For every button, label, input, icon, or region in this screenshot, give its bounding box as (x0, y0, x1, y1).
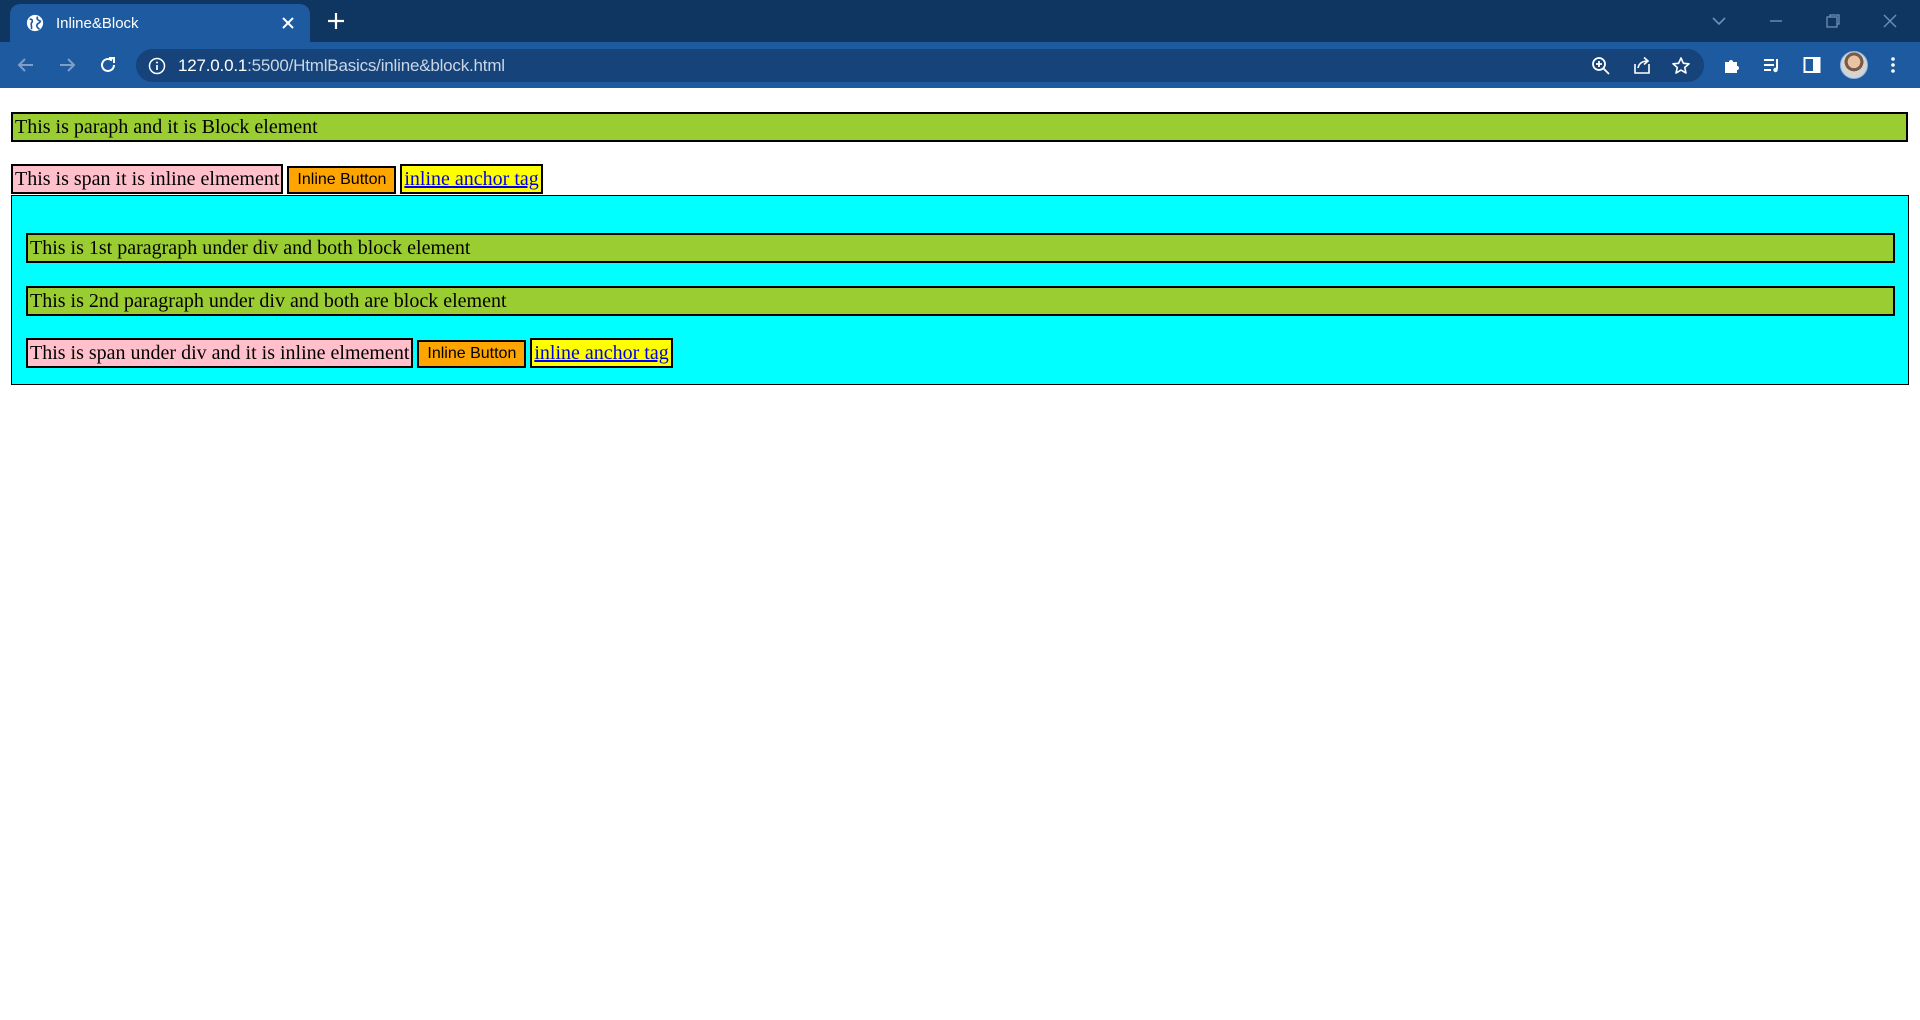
inline-button[interactable]: Inline Button (287, 166, 397, 195)
site-info-icon[interactable] (148, 57, 166, 75)
page-viewport: This is paraph and it is Block element T… (0, 88, 1920, 1020)
restore-window-icon[interactable] (1820, 8, 1846, 34)
inline-anchor-link[interactable]: inline anchor tag (400, 164, 543, 194)
zoom-icon[interactable] (1589, 54, 1613, 78)
url-text[interactable]: 127.0.0.1:5500/HtmlBasics/inline&block.h… (178, 56, 505, 76)
div-paragraph-2: This is 2nd paragraph under div and both… (26, 286, 1895, 316)
active-tab[interactable]: Inline&Block (10, 4, 310, 42)
new-tab-plus-icon[interactable] (326, 11, 346, 31)
address-bar[interactable]: 127.0.0.1:5500/HtmlBasics/inline&block.h… (136, 49, 1704, 82)
reload-icon[interactable] (96, 53, 120, 77)
minimize-window-icon[interactable] (1763, 8, 1789, 34)
cyan-div-container: This is 1st paragraph under div and both… (11, 195, 1909, 385)
media-queue-icon[interactable] (1760, 53, 1784, 77)
div-paragraph-1: This is 1st paragraph under div and both… (26, 233, 1895, 263)
tab-title: Inline&Block (56, 14, 139, 32)
bookmark-star-icon[interactable] (1669, 54, 1693, 78)
globe-icon (26, 14, 44, 32)
block-paragraph: This is paraph and it is Block element (11, 112, 1908, 142)
back-arrow-icon[interactable] (14, 53, 38, 77)
tab-search-chevron-icon[interactable] (1706, 8, 1732, 34)
div-inline-button[interactable]: Inline Button (417, 340, 527, 369)
inline-row: This is span it is inline elmement Inline… (11, 164, 543, 195)
share-icon[interactable] (1630, 54, 1654, 78)
browser-toolbar: 127.0.0.1:5500/HtmlBasics/inline&block.h… (0, 42, 1920, 88)
inline-span: This is span it is inline elmement (11, 164, 284, 194)
tab-strip: Inline&Block (0, 0, 1920, 42)
close-tab-icon[interactable] (280, 15, 296, 31)
close-window-icon[interactable] (1877, 8, 1903, 34)
url-path: :5500/HtmlBasics/inline&block.html (247, 56, 505, 75)
url-host: 127.0.0.1 (178, 56, 248, 75)
profile-avatar[interactable] (1840, 51, 1868, 79)
div-inline-span: This is span under div and it is inline … (26, 338, 414, 368)
forward-arrow-icon[interactable] (55, 53, 79, 77)
side-panel-icon[interactable] (1800, 53, 1824, 77)
extensions-puzzle-icon[interactable] (1720, 53, 1744, 77)
div-inline-row: This is span under div and it is inline … (26, 338, 673, 369)
more-menu-icon[interactable] (1881, 53, 1905, 77)
div-inline-anchor-link[interactable]: inline anchor tag (530, 338, 673, 368)
